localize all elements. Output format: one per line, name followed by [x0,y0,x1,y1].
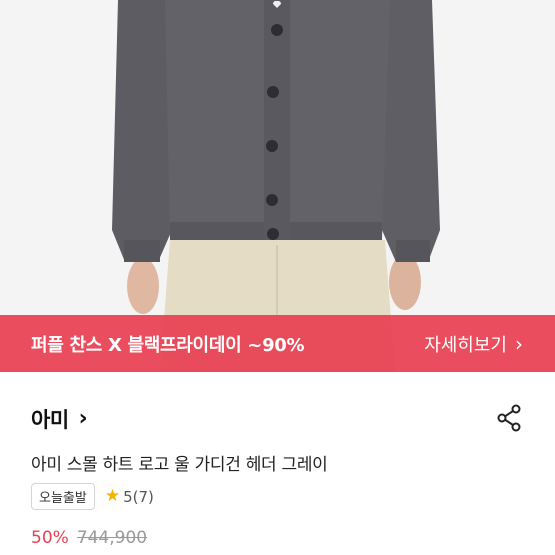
badge-row: 오늘출발 ★ 5(7) [31,483,154,510]
discount-rate: 50% [31,528,69,548]
share-icon[interactable] [494,402,526,434]
original-price: 744,900 [76,528,148,548]
rating-value: 5(7) [123,487,154,506]
promo-details-link[interactable]: 자세히보기 › [424,331,523,357]
chevron-right-icon: › [515,331,523,356]
product-title: 아미 스몰 하트 로고 울 가디건 헤더 그레이 [31,455,328,475]
brand-name: 아미 [31,408,69,432]
star-icon: ★ [104,486,121,506]
shipping-badge: 오늘출발 [31,483,95,510]
brand-link[interactable]: 아미 › [31,404,88,434]
promo-banner[interactable]: 퍼플 찬스 X 블랙프라이데이 ~90% 자세히보기 › [0,315,555,372]
promo-banner-text: 퍼플 찬스 X 블랙프라이데이 ~90% [31,334,305,356]
price-row: 50% 744,900 [31,528,147,548]
promo-details-label: 자세히보기 [424,334,507,356]
chevron-right-icon: › [78,406,88,431]
rating[interactable]: ★ 5(7) [105,488,154,506]
